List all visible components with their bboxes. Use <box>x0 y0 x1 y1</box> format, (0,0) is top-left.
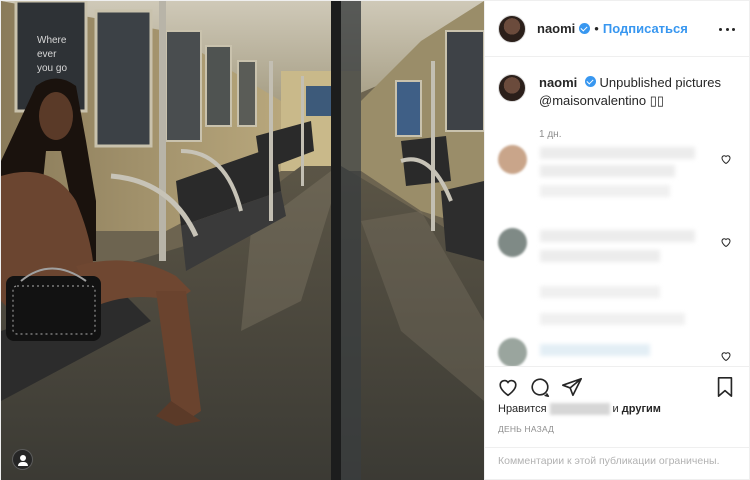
follow-button[interactable]: Подписаться <box>603 21 688 36</box>
comment-text-blurred <box>540 313 685 325</box>
post-caption: naomi Unpublished pictures @maisonvalent… <box>498 74 736 144</box>
comment-avatar <box>498 338 527 366</box>
comment-icon[interactable] <box>529 376 551 398</box>
tagged-user-icon[interactable] <box>12 449 33 470</box>
instagram-post: Where ever you go naomi • Подписаться na… <box>0 0 750 480</box>
likes-prefix: Нравится <box>498 403 547 415</box>
more-options-icon[interactable] <box>719 21 735 37</box>
comment-like-heart-icon[interactable] <box>720 350 732 362</box>
post-actions: Нравится и другим ДЕНЬ НАЗАД Комментарии… <box>485 366 749 480</box>
comment-like-heart-icon[interactable] <box>720 236 732 248</box>
comment-row-blurred <box>498 338 736 366</box>
caption-emoji: ▯▯ <box>649 93 665 108</box>
post-photo[interactable]: Where ever you go <box>1 1 484 480</box>
likes-others-link[interactable]: другим <box>622 403 661 415</box>
window-sign-line3: you go <box>37 63 67 74</box>
comment-text-blurred <box>540 230 695 242</box>
liked-by-user-blurred <box>549 403 610 415</box>
comment-row-blurred <box>498 228 736 298</box>
verified-badge-icon <box>579 23 591 34</box>
comment-text-blurred <box>540 250 660 262</box>
post-header: naomi • Подписаться <box>485 1 749 57</box>
post-side-panel: naomi • Подписаться naomi Unpublished pi… <box>484 1 749 480</box>
comment-text-blurred <box>540 147 695 159</box>
comment-avatar <box>498 228 527 257</box>
author-avatar[interactable] <box>498 14 526 43</box>
comment-text-blurred <box>540 344 650 356</box>
caption-timestamp: 1 дн. <box>539 129 562 140</box>
header-separator: • <box>594 21 599 36</box>
comment-meta-blurred <box>540 185 670 197</box>
caption-text: Unpublished pictures <box>599 75 721 90</box>
likes-summary[interactable]: Нравится и другим <box>498 403 661 415</box>
comments-disabled-notice: Комментарии к этой публикации ограничены… <box>485 447 749 480</box>
caption-avatar[interactable] <box>498 74 526 102</box>
window-sign-line1: Where <box>37 35 67 46</box>
likes-and: и <box>612 403 619 415</box>
post-date: ДЕНЬ НАЗАД <box>498 424 555 434</box>
bookmark-icon[interactable] <box>714 376 736 398</box>
comment-avatar <box>498 145 527 174</box>
comment-meta-blurred <box>540 286 660 298</box>
share-icon[interactable] <box>561 376 583 398</box>
comment-row-blurred <box>498 145 736 197</box>
subway-car-image: Where ever you go <box>1 1 484 480</box>
author-username[interactable]: naomi <box>537 21 575 36</box>
caption-mention-link[interactable]: @maisonvalentino <box>539 93 646 108</box>
comment-like-heart-icon[interactable] <box>720 153 732 165</box>
comments-section[interactable]: naomi Unpublished pictures @maisonvalent… <box>485 58 749 366</box>
caption-username[interactable]: naomi <box>539 75 577 90</box>
window-sign-line2: ever <box>37 49 57 60</box>
heart-icon[interactable] <box>497 376 519 398</box>
comment-text-blurred <box>540 165 675 177</box>
caption-verified-icon <box>584 76 596 87</box>
